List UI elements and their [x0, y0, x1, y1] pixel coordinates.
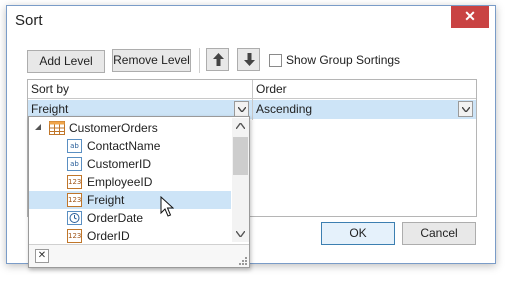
tree-item-label: CustomerID	[87, 157, 152, 171]
move-up-button[interactable]	[206, 48, 229, 71]
order-cell[interactable]: Ascending	[253, 100, 476, 119]
number-field-icon: 123	[67, 229, 82, 243]
tree-item-label: OrderDate	[87, 211, 144, 225]
tree-item-employeeid[interactable]: 123 EmployeeID	[29, 173, 231, 191]
arrow-up-icon	[213, 53, 224, 66]
clock-icon	[67, 211, 82, 225]
column-header-order[interactable]: Order	[253, 80, 476, 99]
tree-item-label: ContactName	[87, 139, 161, 153]
table-icon	[49, 121, 65, 135]
popup-footer: ✕	[29, 244, 249, 267]
add-level-button[interactable]: Add Level	[27, 50, 105, 73]
arrow-down-icon	[244, 53, 255, 66]
move-down-button[interactable]	[237, 48, 260, 71]
string-field-icon: ab	[67, 157, 82, 171]
tree-node-root[interactable]: CustomerOrders	[29, 119, 231, 137]
collapse-icon[interactable]	[35, 124, 41, 130]
field-list-popup: CustomerOrders ab ContactName ab Custome…	[28, 116, 250, 268]
chevron-down-icon	[462, 107, 470, 112]
tree-item-customerid[interactable]: ab CustomerID	[29, 155, 231, 173]
chevron-down-icon	[238, 107, 246, 112]
cancel-button[interactable]: Cancel	[402, 222, 476, 245]
tree-item-contactname[interactable]: ab ContactName	[29, 137, 231, 155]
tree-item-orderid[interactable]: 123 OrderID	[29, 227, 231, 245]
vertical-scrollbar[interactable]	[232, 118, 249, 242]
toolbar-separator	[199, 48, 200, 73]
number-field-icon: 123	[67, 175, 82, 189]
tree-item-orderdate[interactable]: OrderDate	[29, 209, 231, 227]
scroll-up-icon[interactable]	[236, 123, 245, 129]
sort-by-value: Freight	[31, 102, 69, 116]
tree-item-freight[interactable]: 123 Freight	[29, 191, 231, 209]
ok-button[interactable]: OK	[321, 222, 395, 245]
show-group-sortings-checkbox[interactable]	[269, 54, 282, 67]
scroll-down-icon[interactable]	[236, 231, 245, 237]
title-bar: Sort ✕	[7, 6, 495, 36]
sort-by-dropdown-button[interactable]	[234, 101, 249, 117]
tree-item-label: Freight	[87, 193, 125, 207]
close-icon: ✕	[464, 8, 476, 24]
scrollbar-thumb[interactable]	[233, 137, 248, 175]
close-icon: ✕	[37, 250, 47, 261]
tree-item-label: OrderID	[87, 229, 130, 243]
show-group-sortings-label[interactable]: Show Group Sortings	[286, 53, 400, 67]
resize-grip-icon[interactable]	[239, 257, 247, 265]
order-value: Ascending	[256, 102, 313, 116]
dialog-title: Sort	[15, 12, 43, 29]
number-field-icon: 123	[67, 193, 82, 207]
close-button[interactable]: ✕	[451, 6, 489, 28]
remove-level-button[interactable]: Remove Level	[112, 49, 191, 72]
tree-item-label: EmployeeID	[87, 175, 153, 189]
string-field-icon: ab	[67, 139, 82, 153]
tree-node-label: CustomerOrders	[69, 121, 158, 135]
column-header-sort-by[interactable]: Sort by	[28, 80, 252, 99]
clear-button[interactable]: ✕	[35, 249, 49, 263]
order-dropdown-button[interactable]	[458, 101, 473, 117]
mouse-cursor-icon	[160, 196, 174, 217]
